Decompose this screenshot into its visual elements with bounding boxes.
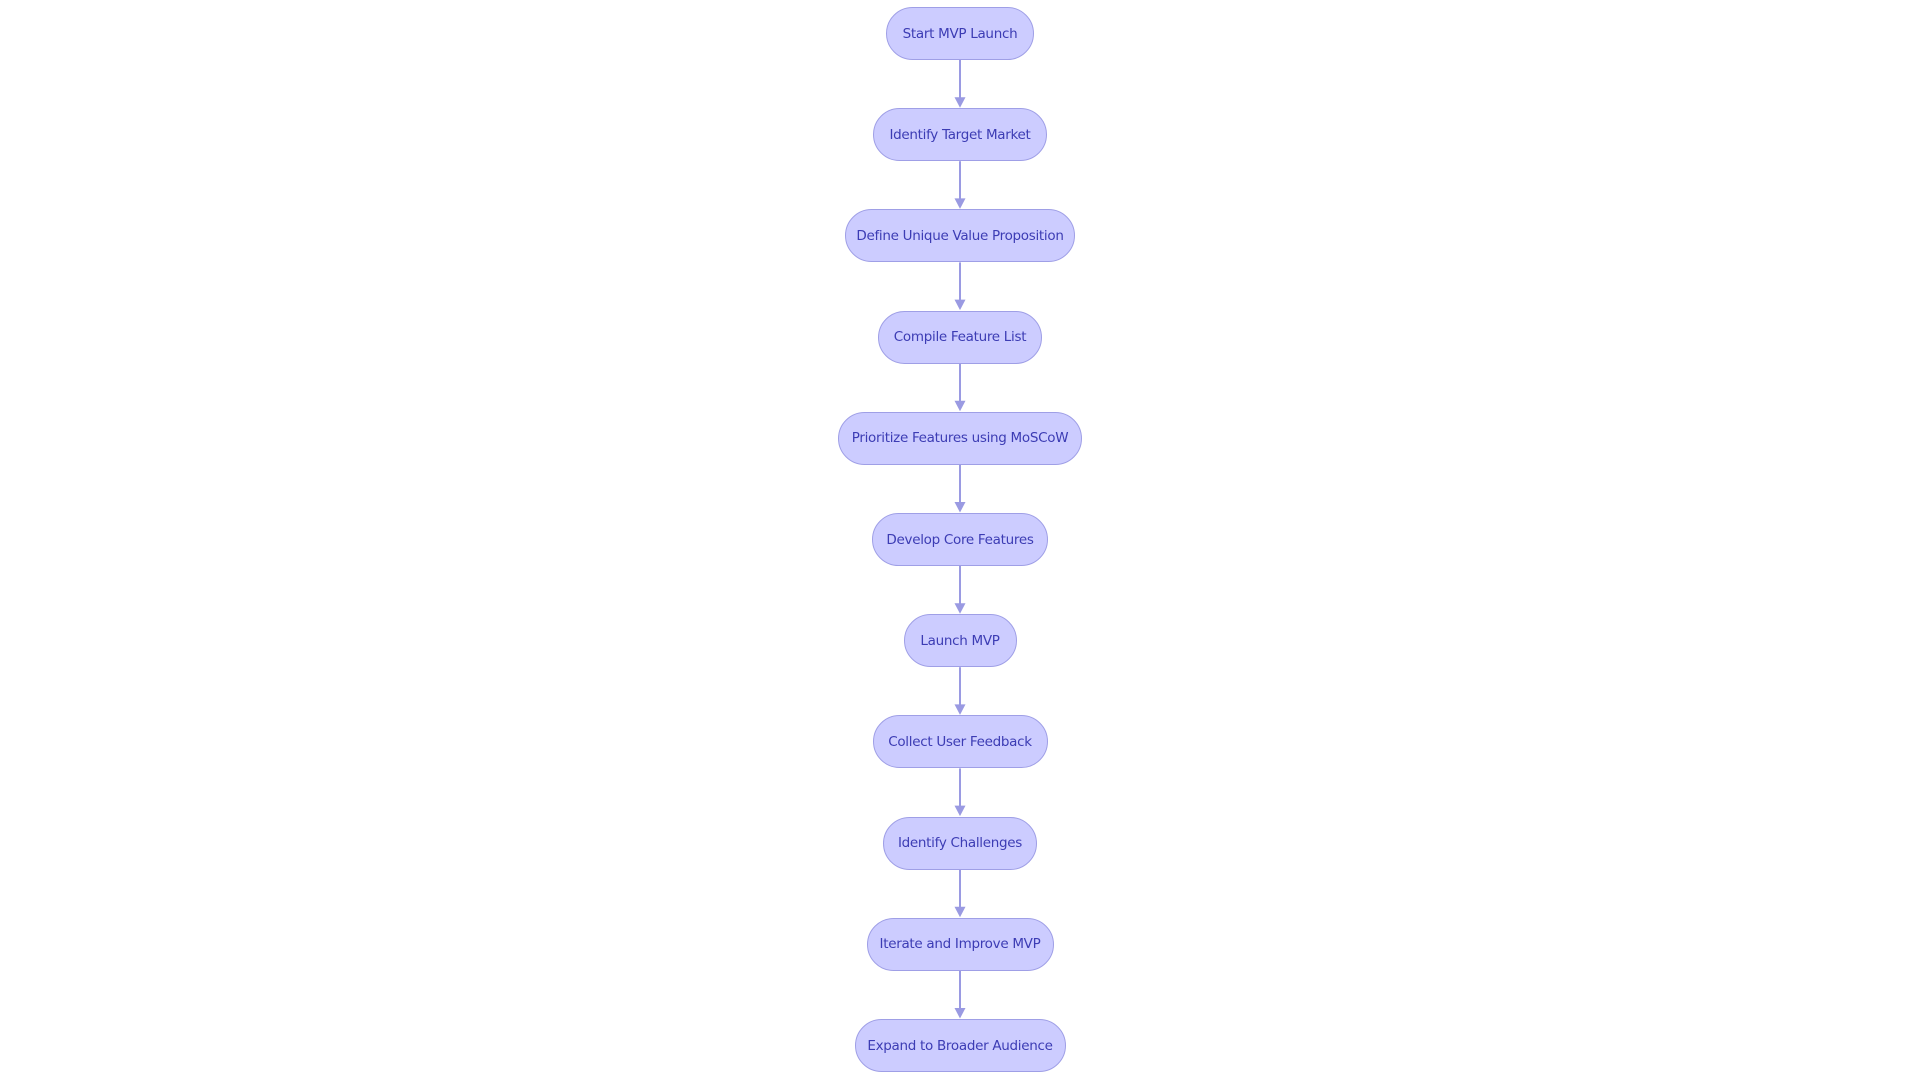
arrow-head-icon — [954, 502, 966, 513]
flow-node-8[interactable]: Collect User Feedback — [872, 715, 1048, 769]
arrow-head-icon — [954, 906, 966, 918]
flow-node-label: Identify Challenges — [897, 835, 1023, 852]
flow-edge-3 — [954, 262, 966, 311]
arrow-head-icon — [954, 198, 966, 209]
flow-node-label: Identify Target Market — [889, 126, 1031, 143]
flow-node-11[interactable]: Expand to Broader Audience — [854, 1019, 1066, 1072]
arrow-head-icon — [954, 1008, 966, 1019]
flow-node-10[interactable]: Iterate and Improve MVP — [866, 917, 1054, 971]
flow-node-label: Prioritize Features using MoSCoW — [851, 430, 1069, 447]
flow-node-6[interactable]: Develop Core Features — [872, 513, 1048, 566]
arrow-head-icon — [954, 704, 966, 715]
flow-node-label: Expand to Broader Audience — [867, 1037, 1053, 1054]
flow-edge-7 — [954, 667, 966, 715]
flow-edge-5 — [954, 464, 966, 513]
flow-edge-6 — [954, 566, 966, 614]
flow-node-4[interactable]: Compile Feature List — [878, 310, 1042, 364]
flowchart-canvas: Start MVP Launch Identify Target Market De… — [0, 0, 1920, 1080]
flow-edge-2 — [954, 161, 966, 209]
arrow-head-icon — [954, 805, 966, 817]
flow-node-label: Define Unique Value Proposition — [856, 227, 1064, 244]
flow-node-label: Start MVP Launch — [902, 25, 1018, 42]
arrow-head-icon — [954, 603, 966, 614]
flow-node-label: Collect User Feedback — [888, 733, 1032, 750]
arrow-head-icon — [954, 97, 966, 108]
flow-edge-10 — [954, 970, 966, 1019]
flow-node-5[interactable]: Prioritize Features using MoSCoW — [838, 411, 1082, 465]
flow-node-label: Compile Feature List — [893, 329, 1027, 346]
flow-edge-1 — [954, 60, 966, 108]
flow-edge-8 — [954, 768, 966, 817]
flow-node-2[interactable]: Identify Target Market — [873, 108, 1047, 162]
flow-node-label: Iterate and Improve MVP — [879, 936, 1041, 953]
flow-node-3[interactable]: Define Unique Value Proposition — [845, 209, 1075, 263]
flow-edge-4 — [954, 363, 966, 412]
flow-node-7[interactable]: Launch MVP — [903, 614, 1017, 668]
flow-node-label: Develop Core Features — [886, 531, 1034, 548]
arrow-head-icon — [954, 400, 966, 412]
arrow-head-icon — [954, 299, 966, 311]
flow-edge-9 — [954, 869, 966, 918]
flow-node-1[interactable]: Start MVP Launch — [886, 7, 1034, 60]
flow-node-9[interactable]: Identify Challenges — [883, 816, 1037, 870]
flow-node-label: Launch MVP — [920, 632, 1000, 649]
